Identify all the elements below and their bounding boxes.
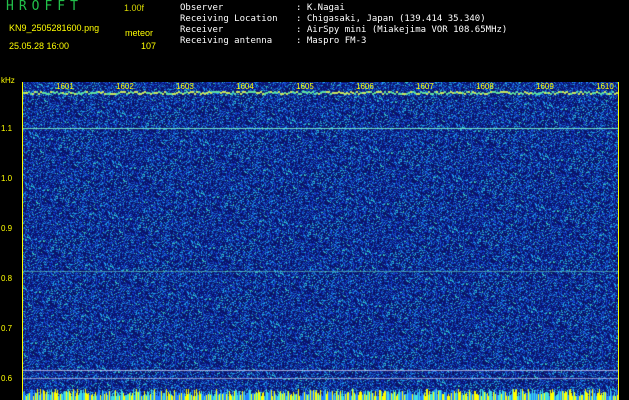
- info-key: Receiving Location: [180, 14, 278, 24]
- info-value: : Maspro FM-3: [296, 36, 367, 46]
- x-tick-label: 1604: [236, 82, 254, 91]
- x-tick-label: 1605: [296, 82, 314, 91]
- info-row-observer: Observer : K.Nagai: [180, 3, 507, 14]
- x-tick-label: 1606: [356, 82, 374, 91]
- info-row-location: Receiving Location : Chigasaki, Japan (13…: [180, 14, 507, 25]
- spectrogram-canvas: [22, 82, 619, 400]
- x-tick-label: 1601: [56, 82, 74, 91]
- info-row-receiver: Receiver : AirSpy mini (Miakejima VOR 108…: [180, 25, 507, 36]
- info-value: : Chigasaki, Japan (139.414 35.340): [296, 14, 486, 24]
- info-key: Receiver: [180, 25, 224, 35]
- y-tick-label: 0.6: [1, 374, 13, 383]
- filename-label: KN9_2505281600.png: [9, 23, 100, 33]
- x-tick-label: 1602: [116, 82, 134, 91]
- datetime-label: 25.05.28 16:00: [9, 41, 70, 51]
- x-tick-label: 1603: [176, 82, 194, 91]
- frequency-unit-label: kHz: [1, 76, 15, 85]
- x-tick-label: 1610: [596, 82, 614, 91]
- y-tick-label: 0.8: [1, 274, 13, 283]
- y-tick-label: 0.7: [1, 324, 13, 333]
- info-row-antenna: Receiving antenna : Maspro FM-3: [180, 36, 507, 47]
- y-tick-label: 1.0: [1, 174, 13, 183]
- info-key: Receiving antenna: [180, 36, 273, 46]
- info-value: : K.Nagai: [296, 3, 345, 13]
- x-tick-label: 1609: [536, 82, 554, 91]
- version-label: 1.00f: [124, 3, 145, 13]
- app-title: HROFFT: [6, 0, 83, 14]
- x-tick-label: 1607: [416, 82, 434, 91]
- info-key: Observer: [180, 3, 224, 13]
- y-tick-label: 1.1: [1, 124, 13, 133]
- observation-info: Observer : K.Nagai Receiving Location : Ch…: [180, 3, 507, 47]
- meteor-count: 107: [141, 41, 157, 51]
- x-tick-label: 1608: [476, 82, 494, 91]
- meteor-label: meteor: [125, 28, 154, 38]
- y-tick-label: 0.9: [1, 224, 13, 233]
- info-value: : AirSpy mini (Miakejima VOR 108.65MHz): [296, 25, 508, 35]
